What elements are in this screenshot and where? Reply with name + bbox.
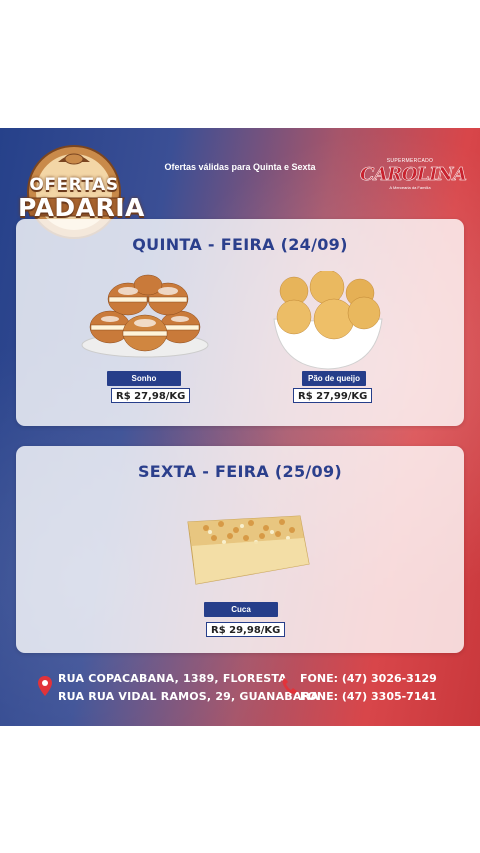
- map-pin-icon: [38, 676, 52, 696]
- address-line-1: RUA COPACABANA, 1389, FLORESTA: [58, 672, 287, 685]
- phone-line-1: FONE: (47) 3026-3129: [300, 672, 437, 685]
- sonho-image: [81, 274, 209, 358]
- product-price-cuca: R$ 29,98/KG: [206, 622, 286, 637]
- friday-title: SEXTA - FEIRA (25/09): [137, 462, 342, 481]
- logo-word-top: OFERTAS: [29, 175, 119, 195]
- product-price-sonho: R$ 27,98/KG: [111, 388, 191, 403]
- product-pao-de-queijo: [272, 269, 384, 371]
- cuca-image: [187, 515, 310, 585]
- product-name-sonho: Sonho: [107, 371, 181, 386]
- offer-poster: OFERTAS PADARIA Ofertas válidas para Qui…: [0, 128, 480, 726]
- brand-name: CAROLINA: [360, 164, 467, 186]
- brand-logo: SUPERMERCADO CAROLINA A Mercearia da Fam…: [360, 158, 467, 190]
- pao-de-queijo-image: [273, 269, 383, 370]
- offer-validity-text: Ofertas válidas para Quinta e Sexta: [164, 162, 316, 172]
- logo-word-bottom: PADARIA: [18, 193, 145, 222]
- product-name-pao-de-queijo: Pão de queijo: [302, 371, 366, 386]
- thursday-offers-card: QUINTA - FEIRA (24/09) Sonho R$ 27,98/KG…: [16, 219, 464, 426]
- product-name-cuca: Cuca: [204, 602, 278, 617]
- thursday-title: QUINTA - FEIRA (24/09): [132, 235, 348, 254]
- phone-icon: [282, 678, 297, 694]
- brand-tagline: A Mercearia da Família: [389, 185, 431, 190]
- product-cuca: [176, 512, 311, 588]
- address-line-2: RUA RUA VIDAL RAMOS, 29, GUANABARA: [58, 690, 319, 703]
- product-price-pao-de-queijo: R$ 27,99/KG: [293, 388, 373, 403]
- contact-footer: RUA COPACABANA, 1389, FLORESTA RUA RUA V…: [0, 666, 480, 726]
- phone-line-2: FONE: (47) 3305-7141: [300, 690, 437, 703]
